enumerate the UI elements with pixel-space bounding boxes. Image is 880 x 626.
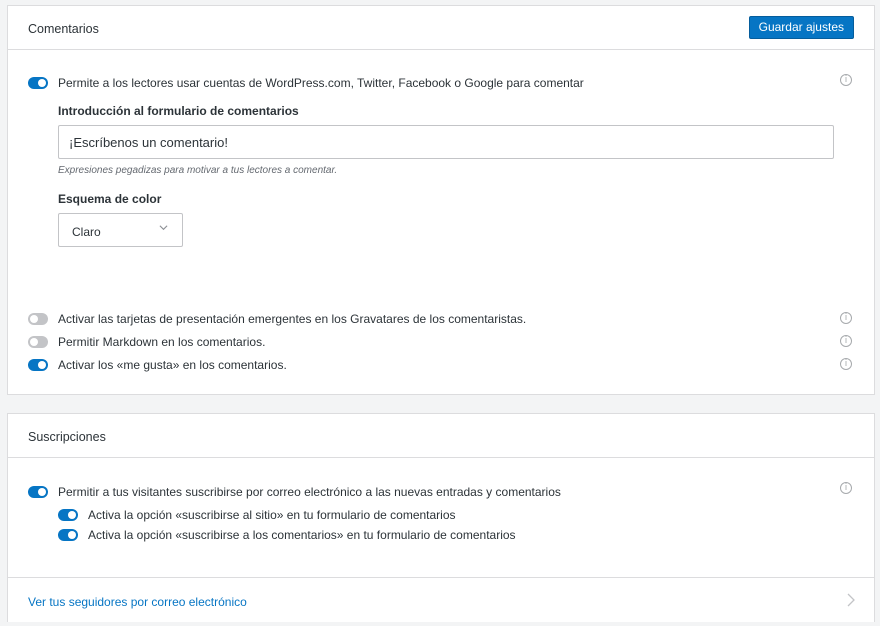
email-subscribe-row: Permitir a tus visitantes suscribirse po… (28, 485, 561, 499)
hovercards-label: Activar las tarjetas de presentación eme… (58, 312, 527, 326)
email-followers-link[interactable]: Ver tus seguidores por correo electrónic… (28, 595, 247, 609)
color-scheme-value: Claro (72, 225, 101, 239)
markdown-toggle[interactable] (28, 336, 48, 348)
comments-card: Comentarios Guardar ajustes Permite a lo… (7, 5, 875, 395)
color-scheme-label: Esquema de color (58, 192, 162, 206)
intro-hint: Expresiones pegadizas para motivar a tus… (58, 165, 338, 176)
comments-subscribe-toggle[interactable] (58, 529, 78, 541)
comments-header: Comentarios Guardar ajustes (8, 6, 874, 50)
info-icon[interactable]: i (840, 74, 852, 86)
save-settings-button[interactable]: Guardar ajustes (748, 16, 854, 39)
site-subscribe-toggle[interactable] (58, 509, 78, 521)
chevron-right-icon (847, 593, 855, 607)
subscriptions-header: Suscripciones (8, 414, 874, 458)
subscriptions-card: Suscripciones Permitir a tus visitantes … (7, 413, 875, 622)
intro-label: Introducción al formulario de comentario… (58, 104, 299, 118)
hovercards-toggle[interactable] (28, 313, 48, 325)
comments-title: Comentarios (28, 22, 99, 36)
info-icon[interactable]: i (840, 358, 852, 370)
info-icon[interactable]: i (840, 335, 852, 347)
subscriptions-title: Suscripciones (28, 430, 106, 444)
wpcom-comments-toggle[interactable] (28, 77, 48, 89)
comment-likes-label: Activar los «me gusta» en los comentario… (58, 358, 287, 372)
comments-subscribe-row: Activa la opción «suscribirse a los come… (58, 528, 516, 542)
wpcom-comments-label: Permite a los lectores usar cuentas de W… (58, 76, 584, 90)
markdown-label: Permitir Markdown en los comentarios. (58, 335, 266, 349)
comments-subscribe-label: Activa la opción «suscribirse a los come… (88, 528, 516, 542)
comment-likes-toggle[interactable] (28, 359, 48, 371)
followers-link-row[interactable]: Ver tus seguidores por correo electrónic… (8, 577, 874, 623)
markdown-row: Permitir Markdown en los comentarios. (28, 335, 265, 349)
email-subscribe-toggle[interactable] (28, 486, 48, 498)
comment-likes-row: Activar los «me gusta» en los comentario… (28, 358, 287, 372)
intro-input[interactable] (58, 125, 834, 159)
hovercards-row: Activar las tarjetas de presentación eme… (28, 312, 526, 326)
color-scheme-select[interactable]: Claro (58, 213, 183, 247)
info-icon[interactable]: i (840, 482, 852, 494)
wpcom-comments-row: Permite a los lectores usar cuentas de W… (28, 76, 584, 90)
site-subscribe-row: Activa la opción «suscribirse al sitio» … (58, 508, 456, 522)
email-subscribe-label: Permitir a tus visitantes suscribirse po… (58, 485, 561, 499)
site-subscribe-label: Activa la opción «suscribirse al sitio» … (88, 508, 456, 522)
chevron-down-icon (159, 225, 168, 231)
info-icon[interactable]: i (840, 312, 852, 324)
